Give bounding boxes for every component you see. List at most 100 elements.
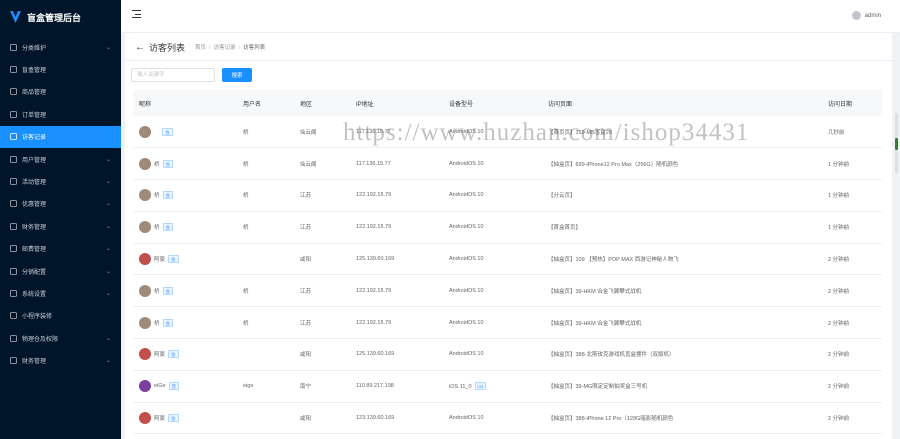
sidebar-menu: 分类维护 ⌄ 盲盒管理 商品管理 订单管理 访客记录 用户管理 ⌄ 活动管理 ⌄ 优惠管理 ⌄ 财务管理… [0,36,121,372]
sidebar-item-label: 财务管理 [22,359,47,366]
cell-page: 【抽盒页】388-北斯玫克游戏机盲盒摆件（双版机） [548,352,675,359]
cell-ip: 117.136.15.77 [356,160,391,167]
cell-nickname: ㅤ会 [133,116,237,148]
cell-username: eigo [243,383,254,390]
cell-ip: 122.192.15.79 [356,192,392,199]
sidebar-item-11[interactable]: 系统设置 ⌄ [0,282,121,304]
col-region: 地区 [300,101,313,108]
table-row[interactable]: 桥会桥仙云阁 117.136.15.77 AndroidOS 10 【抽盒页】699-… [133,148,882,180]
cell-region: 南宁 [300,384,312,391]
sidebar-item-13[interactable]: 物理仓及权限 ⌄ [0,327,121,349]
settings-icon [10,290,17,297]
sidebar-item-1[interactable]: 盲盒管理 [0,58,121,80]
nickname: 桥 [154,225,160,232]
nickname: 桥 [154,161,160,168]
member-badge: 会 [162,127,173,136]
col-device: 设备型号 [449,101,474,108]
sidebar-item-0[interactable]: 分类维护 ⌄ [0,36,121,58]
sidebar-item-14[interactable]: 财务管理 ⌄ [0,349,121,371]
cell-nickname: 阿豪会 [133,339,237,371]
cell-page: 【抽盒页】39-HKM 合金飞翼攀式战机 [548,320,642,327]
member-badge: 会 [162,159,174,168]
device-text: AndroidOS 10 [449,256,484,263]
sidebar-item-3[interactable]: 订单管理 [0,103,121,125]
cell-ip: 117.136.15.77 [356,128,391,135]
table-row[interactable]: 桥会桥江苏 122.192.15.79 AndroidOS 10 【抽盒页】39-HK… [133,307,882,339]
table-header: 昵称 用户名 地区 IP地址 设备型号 访问页面 访问日期 [133,90,882,116]
warehouse-icon [10,334,17,342]
os-badge: ios [474,382,487,391]
col-ip: IP地址 [356,101,374,108]
wallet-icon [10,357,17,365]
cell-device: AndroidOS 10 [443,116,542,148]
table-row[interactable]: ㅤ会桥仙云阁 117.136.15.77 AndroidOS 10 【首页页】159-… [133,116,882,148]
device-text: iOS 11_0 [449,384,472,391]
avatar [139,253,151,266]
sidebar-item-7[interactable]: 优惠管理 ⌄ [0,193,121,215]
sidebar-item-9[interactable]: 邮费管理 ⌄ [0,238,121,260]
sidebar-item-4[interactable]: 访客记录 [0,125,121,148]
cell-nickname: 桥会 [133,275,237,307]
avatar [139,284,151,297]
sidebar-item-label: 小程序装修 [22,314,53,321]
breadcrumb-item[interactable]: 访客记录 [214,45,236,51]
user-menu[interactable]: admin [851,11,881,20]
avatar [139,125,151,138]
back-arrow-icon[interactable]: ← [135,42,145,53]
search-button[interactable]: 搜索 [222,68,252,82]
sidebar-item-label: 商品管理 [22,90,47,97]
cell-date: 1 分钟前 [828,225,850,232]
cell-device: AndroidOS 10 [443,275,542,307]
search-input[interactable] [131,68,215,82]
sidebar-item-label: 分类维护 [22,45,47,52]
breadcrumb-item[interactable]: 首页 [195,45,206,51]
cell-page: 【首页页】159-MB盲盒28 [548,129,612,136]
chevron-down-icon: ⌄ [105,268,111,275]
logo[interactable]: 盲盒管理后台 [0,0,121,34]
nickname: 阿豪 [154,257,166,264]
cell-device: iOS 11_0 ios [443,370,542,402]
cell-date: 2 分钟前 [828,288,850,295]
cell-nickname: 阿豪会 [133,402,237,434]
cell-region: 仙云阁 [300,129,317,136]
cell-page: 【抽盒页】109 【预热】POP MAX 西游记神秘人物飞 [548,257,679,264]
cell-nickname: 桥会 [133,307,237,339]
table-row[interactable]: 桥会桥江苏 122.192.15.79 AndroidOS 10 【分云页】 1 分钟前 [133,180,882,212]
table-row[interactable]: 阿豪会 咸阳 125.139.60.169 AndroidOS 10 【抽盒页】109 … [133,243,882,275]
cell-date: 2 分钟前 [828,352,850,359]
table-row[interactable]: 桥会桥江苏 122.192.15.79 AndroidOS 10 【首盒首页】 1 分钟… [133,211,882,244]
cell-device: AndroidOS 10 [443,211,542,243]
table-row[interactable]: 桥会桥江苏 122.192.15.79 AndroidOS 10 【抽盒页】39-HK… [133,275,882,307]
table-row[interactable]: eiGo 普 eigo 南宁 110.89.217.198 iOS 11_0 ios 【抽盒页… [133,370,882,403]
miniapp-icon [10,312,17,320]
sidebar-item-12[interactable]: 小程序装修 [0,305,121,327]
shipping-icon [10,245,17,253]
sidebar-item-label: 订单管理 [22,112,47,119]
table-row[interactable]: 阿豪会 咸阳 125.139.60.169 AndroidOS 10 【抽盒页】388-… [133,339,882,371]
cell-page: 【抽盒页】39-HKM 合金飞翼攀式战机 [548,288,642,295]
sidebar-item-10[interactable]: 分销配置 ⌄ [0,260,121,282]
device-text: AndroidOS 10 [449,415,484,422]
sidebar-item-5[interactable]: 用户管理 ⌄ [0,148,121,170]
menu-toggle-icon[interactable] [132,10,141,18]
sidebar-item-2[interactable]: 商品管理 [0,81,121,103]
scrollbar-thumb[interactable] [895,138,898,150]
avatar [139,157,151,170]
sidebar-item-label: 物理仓及权限 [22,336,59,343]
chevron-down-icon: ⌄ [105,335,111,342]
cell-date: 1 分钟前 [828,161,850,168]
cell-nickname: 桥会 [133,180,237,212]
cell-date: 2 分钟前 [828,416,850,423]
sidebar-item-8[interactable]: 财务管理 ⌄ [0,215,121,237]
nickname: 阿豪 [154,416,166,423]
cell-date: 几秒前 [828,129,845,136]
top-header: admin [121,0,900,33]
table-row[interactable]: 阿豪会 咸阳 123.139.60.169 AndroidOS 10 【抽盒页】388-… [133,402,882,434]
device-text: AndroidOS 10 [449,224,484,231]
cell-region: 江苏 [300,193,312,200]
sidebar-item-6[interactable]: 活动管理 ⌄ [0,170,121,192]
device-text: AndroidOS 10 [449,160,484,167]
cell-username [237,339,294,371]
chevron-down-icon: ⌄ [105,223,111,230]
cell-device: AndroidOS 10 [443,243,542,275]
